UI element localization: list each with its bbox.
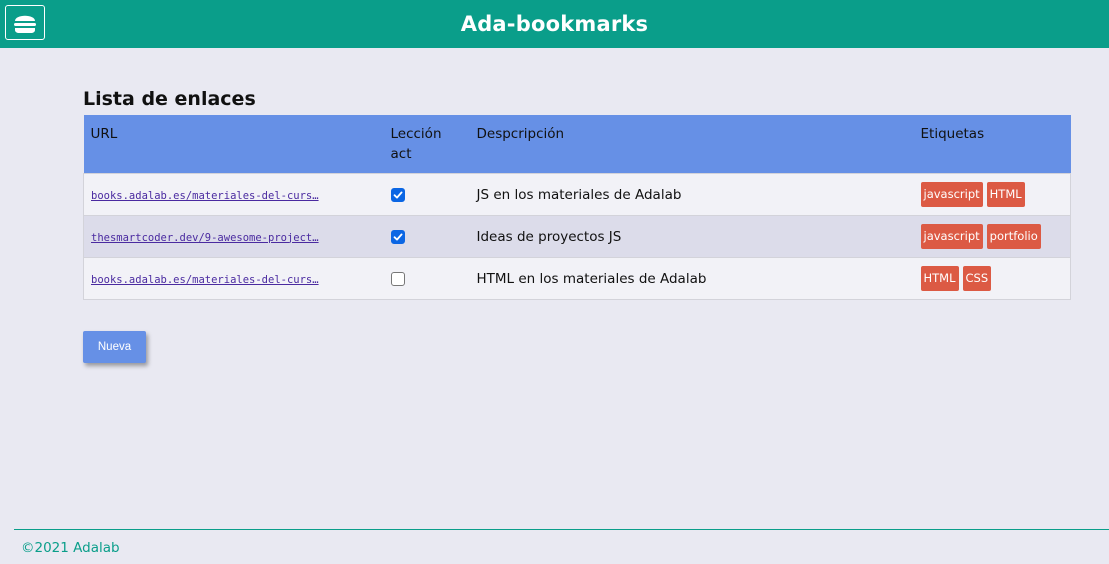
page-title: Lista de enlaces: [83, 88, 256, 110]
tag-badge: javascript: [920, 224, 983, 249]
header-lesson: Lección act: [384, 115, 470, 174]
table-row: books.adalab.es/materiales-del-curs… HTML…: [83, 257, 1071, 300]
lesson-checkbox[interactable]: [390, 187, 405, 202]
header-lesson-line1: Lección: [390, 126, 442, 142]
tag-badge: javascript: [920, 182, 983, 207]
tag-badge: HTML: [920, 266, 959, 291]
tags-cell: javascript portfolio: [914, 216, 1071, 258]
lesson-cell: [384, 174, 470, 216]
footer-copyright: ©2021 Adalab: [21, 540, 120, 556]
lesson-checkbox[interactable]: [390, 229, 405, 244]
url-link[interactable]: books.adalab.es/materiales-del-curs…: [91, 190, 319, 202]
menu-button[interactable]: [5, 5, 45, 40]
header-lesson-line2: act: [390, 146, 412, 162]
tag-badge: CSS: [962, 266, 992, 291]
lesson-checkbox[interactable]: [390, 271, 405, 286]
tag-badge: HTML: [986, 182, 1025, 207]
url-cell: thesmartcoder.dev/9-awesome-project…: [84, 216, 384, 258]
tags-cell: javascript HTML: [914, 174, 1071, 216]
description-cell: JS en los materiales de Adalab: [476, 186, 682, 203]
check-icon: [393, 191, 402, 198]
description-cell: Ideas de proyectos JS: [476, 228, 622, 245]
description-cell: HTML en los materiales de Adalab: [476, 270, 707, 287]
lesson-cell: [384, 258, 470, 300]
main-content: Lista de enlaces URL Lección act Despcri…: [83, 88, 1071, 300]
lesson-cell: [384, 216, 470, 258]
tags-cell: HTML CSS: [914, 258, 1071, 300]
hamburger-icon: [14, 15, 36, 33]
header-description: Despcripción: [476, 126, 565, 142]
table-body: books.adalab.es/materiales-del-curs… JS e…: [83, 173, 1071, 300]
table-header-row: URL Lección act Despcripción Etiquetas: [83, 115, 1071, 174]
url-link[interactable]: books.adalab.es/materiales-del-curs…: [91, 274, 319, 286]
app-header: Ada-bookmarks: [0, 0, 1109, 48]
check-icon: [393, 233, 402, 240]
url-cell: books.adalab.es/materiales-del-curs…: [84, 174, 384, 216]
table-row: books.adalab.es/materiales-del-curs… JS e…: [83, 173, 1071, 216]
bookmarks-table: URL Lección act Despcripción Etiquetas b…: [83, 115, 1071, 300]
header-tags: Etiquetas: [920, 126, 985, 142]
url-cell: books.adalab.es/materiales-del-curs…: [84, 258, 384, 300]
tag-badge: portfolio: [986, 224, 1041, 249]
new-bookmark-button[interactable]: Nueva: [83, 331, 146, 363]
header-url: URL: [90, 126, 118, 142]
table-row: thesmartcoder.dev/9-awesome-project… Idea…: [83, 215, 1071, 258]
footer-divider: [14, 529, 1109, 530]
url-link[interactable]: thesmartcoder.dev/9-awesome-project…: [91, 232, 319, 244]
app-title: Ada-bookmarks: [460, 12, 649, 36]
